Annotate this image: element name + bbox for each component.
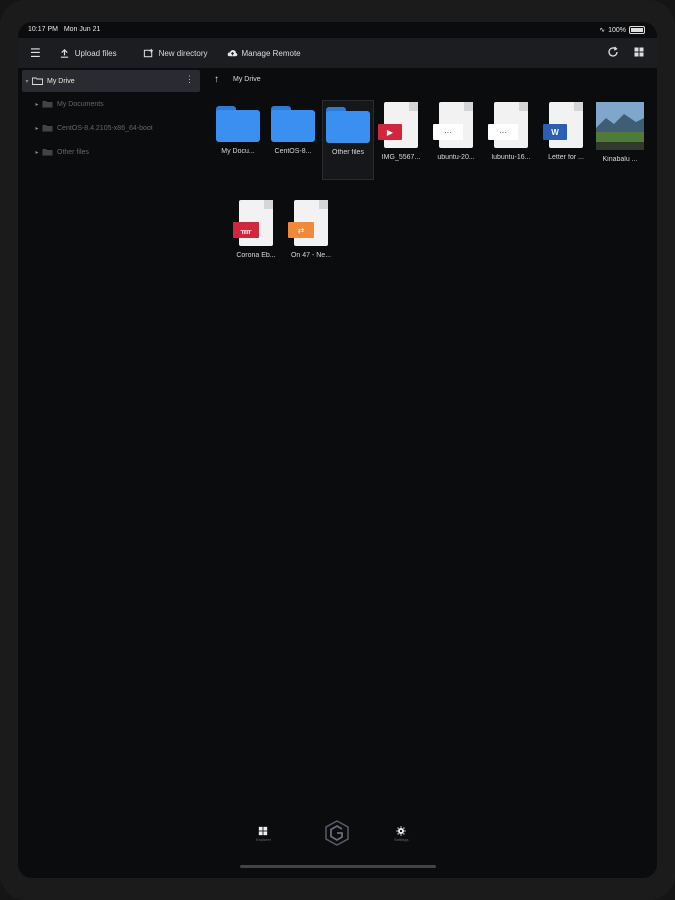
file-tile-generic[interactable]: ··· ubuntu-20...	[432, 102, 480, 174]
breadcrumb-path[interactable]: My Drive	[233, 76, 261, 83]
file-tile-word[interactable]: W Letter for ...	[542, 102, 590, 174]
status-time: 10:17 PM	[28, 26, 58, 33]
battery-icon	[629, 26, 645, 34]
tree-item-my-documents[interactable]: ▸ My Documents	[22, 92, 200, 116]
gear-icon	[396, 826, 406, 836]
file-tile-folder[interactable]: Other files	[322, 100, 374, 180]
file-label: lubuntu-16...	[491, 154, 531, 161]
file-label: Other files	[332, 149, 364, 156]
up-arrow-icon[interactable]: ↑	[214, 74, 219, 85]
image-thumbnail	[596, 102, 644, 150]
toolbar-right	[607, 46, 645, 58]
cloud-icon	[228, 49, 238, 56]
more-options-icon[interactable]: ⋮	[185, 75, 194, 84]
nav-label: Explorer	[256, 837, 271, 842]
file-label: Letter for ...	[548, 154, 584, 161]
nav-explorer[interactable]: Explorer	[256, 826, 271, 842]
expand-icon[interactable]: ▸	[32, 149, 42, 156]
file-tile-image[interactable]: Kinabalu ...	[596, 102, 644, 174]
ellipsis-icon: ···	[433, 124, 463, 140]
file-tile-generic[interactable]: ··· lubuntu-16...	[487, 102, 535, 174]
expand-icon[interactable]: ▸	[32, 125, 42, 132]
new-directory-label: New directory	[158, 48, 208, 58]
audio-badge-icon: ⇄	[288, 222, 314, 238]
file-tile-folder[interactable]: CentOS-8...	[269, 100, 317, 172]
folder-icon	[42, 101, 53, 108]
folder-icon	[216, 106, 260, 142]
landscape-photo-icon	[596, 102, 644, 150]
pdf-file-icon: ᚅ	[233, 200, 273, 246]
breadcrumb: ↑ My Drive	[214, 74, 261, 85]
new-directory-button[interactable]: New directory	[143, 48, 208, 59]
word-badge-icon: W	[543, 124, 567, 140]
pdf-badge-icon: ᚅ	[233, 222, 259, 238]
file-label: My Docu...	[221, 148, 255, 155]
folder-icon	[42, 125, 53, 132]
open-folder-icon	[32, 77, 43, 85]
file-label: On 47 - Ne...	[290, 252, 332, 259]
tree-item-other-files[interactable]: ▸ Other files	[22, 140, 200, 164]
bottom-nav: Explorer Settings	[18, 814, 657, 878]
file-tile-audio[interactable]: ⇄ On 47 - Ne...	[287, 200, 335, 272]
app-screen: 10:17 PM Mon Jun 21 ∿ 100% ☰ Upload file…	[18, 22, 657, 878]
manage-remote-button[interactable]: Manage Remote	[227, 48, 301, 59]
collapse-icon[interactable]: ▾	[22, 78, 32, 85]
file-label: CentOS-8...	[274, 148, 312, 155]
audio-file-icon: ⇄	[288, 200, 328, 246]
tree-label: Other files	[57, 148, 89, 156]
tree-item-centos[interactable]: ▸ CentOS-8.4.2105-x86_64-boot	[22, 116, 200, 140]
grid-icon	[259, 826, 268, 836]
file-tile-folder[interactable]: My Docu...	[214, 100, 262, 172]
battery-percent: 100%	[608, 26, 626, 34]
file-tile-video[interactable]: ▶ IMG_5567...	[377, 102, 425, 174]
app-logo-icon	[325, 820, 349, 846]
status-date: Mon Jun 21	[63, 26, 101, 33]
toolbar: ☰ Upload files New directory Manage Remo…	[18, 38, 657, 68]
file-label: Kinabalu ...	[602, 156, 638, 163]
folder-tree: ▾ My Drive ⋮ ▸ My Documents ▸ CentOS-8.4…	[22, 70, 200, 164]
tree-label: My Documents	[57, 100, 104, 108]
nav-home-logo[interactable]	[324, 820, 350, 847]
tree-label: CentOS-8.4.2105-x86_64-boot	[57, 124, 153, 132]
generic-file-icon: ···	[488, 102, 528, 148]
status-right: ∿ 100%	[599, 26, 645, 34]
new-folder-icon	[143, 48, 153, 57]
wifi-icon: ∿	[599, 27, 606, 34]
nav-settings[interactable]: Settings	[394, 826, 408, 842]
hamburger-icon[interactable]: ☰	[30, 46, 41, 60]
file-label: Corona Eb...	[236, 252, 276, 259]
word-file-icon: W	[543, 102, 583, 148]
folder-icon	[271, 106, 315, 142]
device-bezel: 10:17 PM Mon Jun 21 ∿ 100% ☰ Upload file…	[0, 0, 675, 900]
upload-label: Upload files	[74, 48, 117, 58]
expand-icon[interactable]: ▸	[32, 101, 42, 108]
folder-icon	[42, 149, 53, 156]
generic-file-icon: ···	[433, 102, 473, 148]
tree-label: My Drive	[47, 77, 75, 85]
tree-item-my-drive[interactable]: ▾ My Drive ⋮	[22, 70, 200, 92]
grid-view-icon[interactable]	[633, 46, 645, 58]
upload-files-button[interactable]: Upload files	[59, 48, 117, 59]
video-file-icon: ▶	[378, 102, 418, 148]
status-bar: 10:17 PM Mon Jun 21 ∿ 100%	[18, 22, 657, 38]
refresh-icon[interactable]	[607, 46, 619, 58]
nav-label: Settings	[394, 837, 409, 842]
file-label: IMG_5567...	[381, 154, 421, 161]
folder-icon	[326, 107, 370, 143]
manage-remote-label: Manage Remote	[241, 48, 301, 58]
ellipsis-icon: ···	[488, 124, 518, 140]
home-indicator[interactable]	[240, 865, 436, 868]
status-left: 10:17 PM Mon Jun 21	[28, 26, 100, 33]
file-label: ubuntu-20...	[437, 154, 475, 161]
file-tile-pdf[interactable]: ᚅ Corona Eb...	[232, 200, 280, 272]
play-icon: ▶	[378, 124, 402, 140]
upload-icon	[60, 48, 68, 58]
